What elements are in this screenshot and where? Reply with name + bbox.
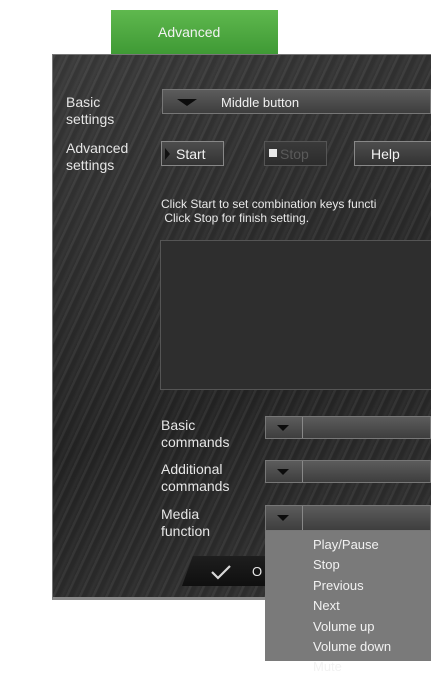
additional-commands-dropdown[interactable] xyxy=(265,460,431,483)
dropdown-separator xyxy=(302,461,303,482)
basic-settings-value: Middle button xyxy=(221,95,300,110)
dropdown-separator xyxy=(302,506,303,530)
chevron-down-icon xyxy=(277,515,289,521)
menu-item-previous[interactable]: Previous xyxy=(265,576,431,596)
media-function-dropdown[interactable] xyxy=(265,505,431,531)
chevron-down-icon xyxy=(277,469,289,475)
chevron-down-icon xyxy=(277,425,289,431)
play-icon xyxy=(165,148,170,160)
recording-area xyxy=(160,240,431,390)
instructions-text: Click Start to set combination keys func… xyxy=(161,197,377,225)
menu-item-next[interactable]: Next xyxy=(265,596,431,616)
stop-icon xyxy=(269,149,277,157)
menu-item-volume-down[interactable]: Volume down xyxy=(265,637,431,657)
dropdown-separator xyxy=(302,417,303,438)
advanced-settings-label: Advanced settings xyxy=(66,140,129,173)
menu-item-play-pause[interactable]: Play/Pause xyxy=(265,535,431,555)
tab-advanced[interactable]: Advanced xyxy=(111,10,278,54)
chevron-down-icon xyxy=(177,99,197,106)
basic-settings-label: Basic settings xyxy=(66,94,115,127)
basic-commands-label: Basic commands xyxy=(161,417,230,450)
menu-item-stop[interactable]: Stop xyxy=(265,555,431,575)
checkmark-icon xyxy=(211,565,231,580)
menu-item-mute[interactable]: Mute xyxy=(265,657,431,677)
help-button[interactable]: Help xyxy=(354,141,431,166)
menu-item-volume-up[interactable]: Volume up xyxy=(265,617,431,637)
additional-commands-label: Additional commands xyxy=(161,461,230,494)
ok-button[interactable]: O xyxy=(182,556,272,586)
media-function-label: Media function xyxy=(161,506,211,539)
basic-commands-dropdown[interactable] xyxy=(265,416,431,439)
start-button[interactable]: Start xyxy=(161,141,224,166)
basic-settings-dropdown[interactable]: Middle button xyxy=(162,89,431,114)
stop-button[interactable]: Stop xyxy=(264,141,327,166)
media-function-menu: Play/Pause Stop Previous Next Volume up … xyxy=(265,531,431,674)
tab-advanced-label: Advanced xyxy=(158,24,221,40)
